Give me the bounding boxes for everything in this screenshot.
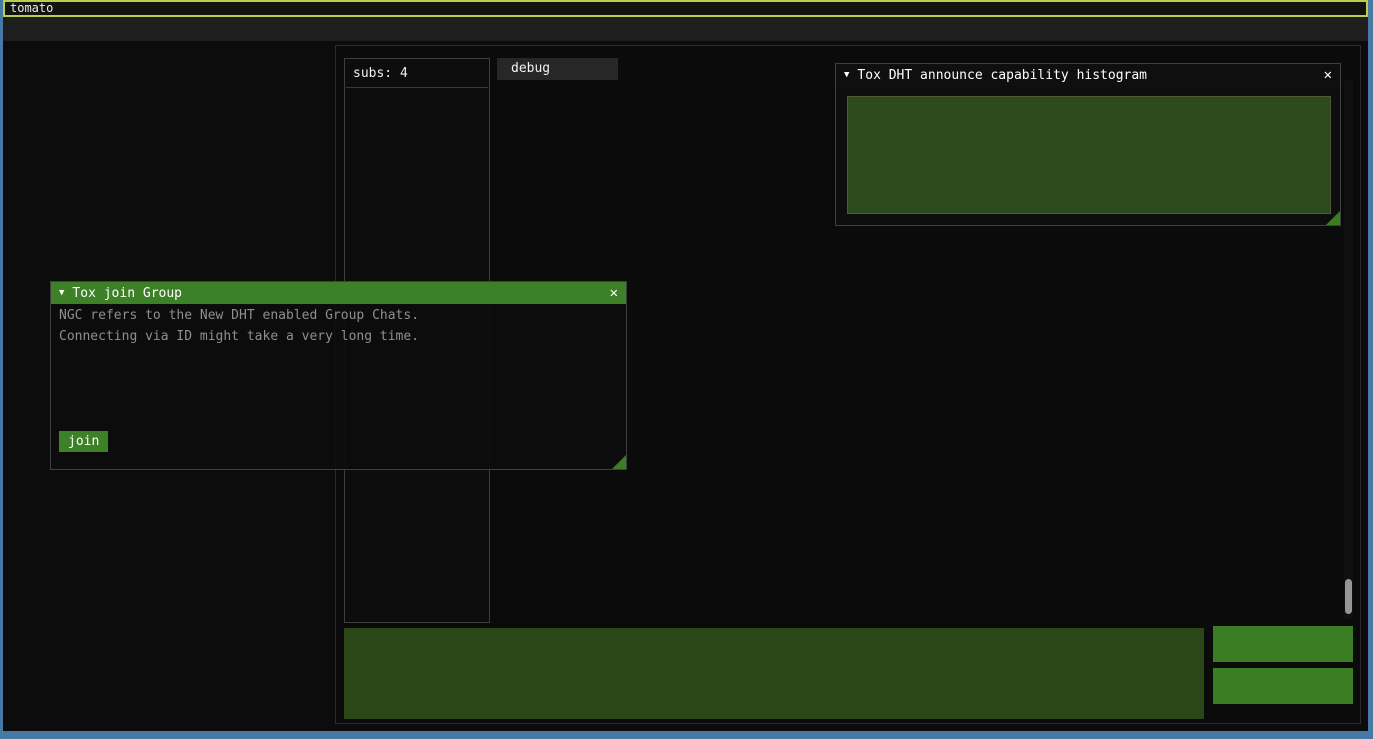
menu-bar [3, 17, 1368, 41]
histogram-window-title: Tox DHT announce capability histogram [857, 68, 1323, 83]
resize-handle[interactable] [1326, 211, 1340, 225]
close-icon[interactable]: ✕ [610, 285, 618, 301]
join-button[interactable]: join [59, 431, 108, 452]
send-file-button[interactable] [1213, 626, 1353, 662]
collapse-icon[interactable]: ▼ [59, 288, 64, 298]
collapse-icon[interactable]: ▼ [844, 70, 849, 80]
close-icon[interactable]: ✕ [1324, 67, 1332, 83]
tab-debug[interactable]: debug [497, 58, 618, 80]
histogram-plot [847, 96, 1331, 214]
message-input[interactable] [344, 628, 1204, 719]
window-titlebar: tomato [3, 0, 1368, 17]
subs-header: subs: 4 [345, 59, 489, 87]
subs-separator [346, 87, 488, 88]
join-group-window: ▼ Tox join Group ✕ NGC refers to the New… [50, 281, 627, 470]
window-title: tomato [10, 1, 53, 15]
app-window: tomato subs: 4 debug ▼ Tox DHT announce … [3, 0, 1368, 731]
chat-scrollbar-thumb[interactable] [1345, 579, 1352, 614]
histogram-window-titlebar[interactable]: ▼ Tox DHT announce capability histogram … [836, 64, 1340, 86]
chat-scrollbar[interactable] [1344, 80, 1353, 619]
join-window-titlebar[interactable]: ▼ Tox join Group ✕ [51, 282, 626, 304]
histogram-window: ▼ Tox DHT announce capability histogram … [835, 63, 1341, 226]
resize-handle[interactable] [612, 455, 626, 469]
paste-file-button[interactable] [1213, 668, 1353, 704]
join-window-title: Tox join Group [72, 286, 609, 301]
join-description-line2: Connecting via ID might take a very long… [51, 325, 626, 346]
join-description-line1: NGC refers to the New DHT enabled Group … [51, 304, 626, 325]
